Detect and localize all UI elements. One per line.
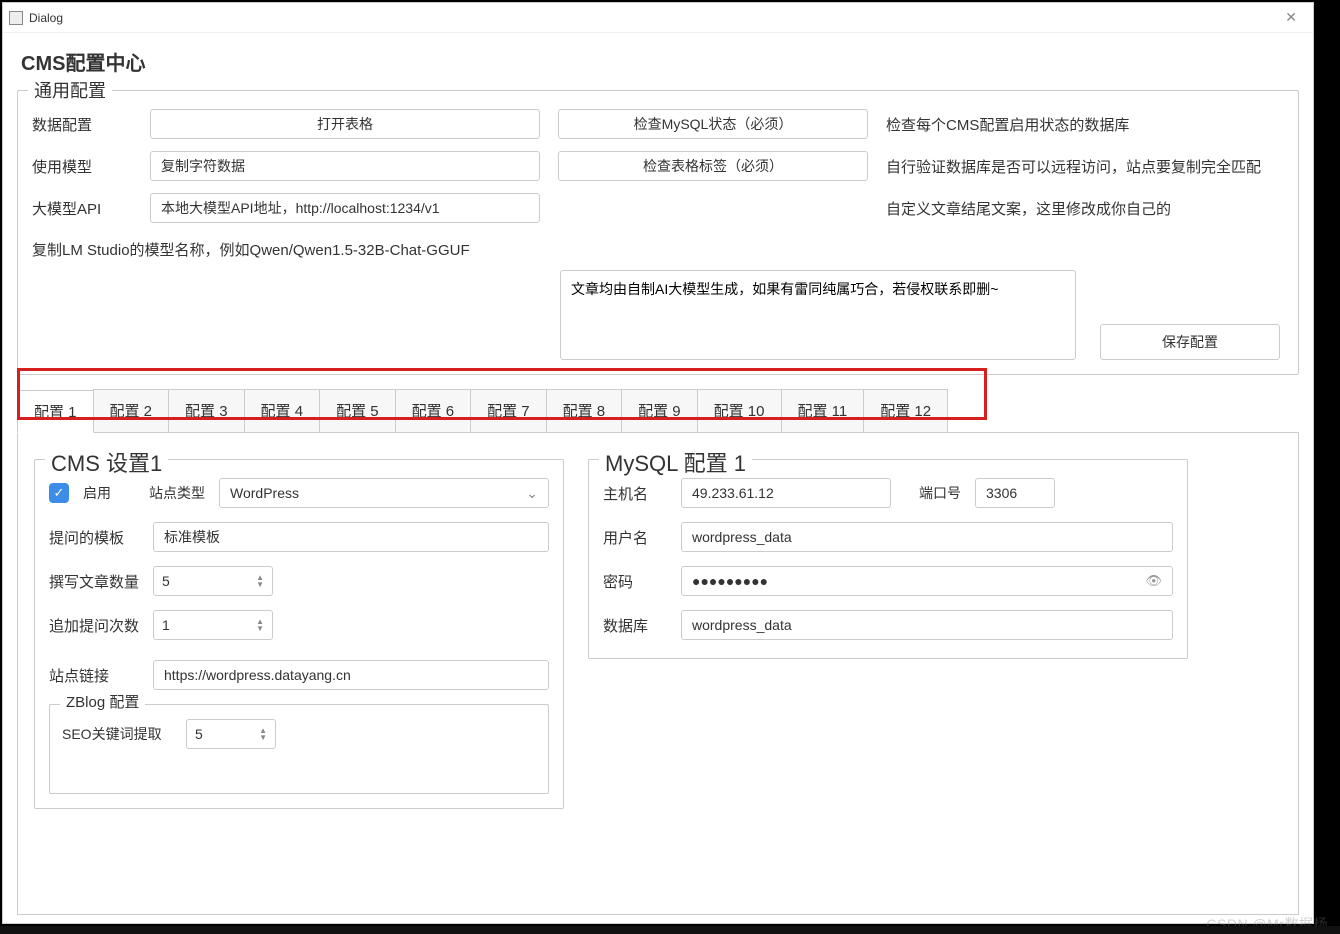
chevron-down-icon: ⌄ bbox=[526, 485, 538, 502]
tab-config-9[interactable]: 配置 9 bbox=[621, 389, 698, 432]
password-value: ●●●●●●●●● bbox=[692, 573, 768, 589]
template-value: 标准模板 bbox=[164, 527, 220, 547]
data-config-label: 数据配置 bbox=[32, 114, 132, 135]
followup-stepper[interactable]: 1 ▲▼ bbox=[153, 610, 273, 640]
enable-label: 启用 bbox=[83, 483, 111, 503]
db-label: 数据库 bbox=[603, 615, 667, 636]
api-address-value: 本地大模型API地址，http://localhost:1234/v1 bbox=[161, 198, 440, 218]
host-input[interactable]: 49.233.61.12 bbox=[681, 478, 891, 508]
cms-legend: CMS 设置1 bbox=[45, 446, 168, 478]
seo-label: SEO关键词提取 bbox=[62, 724, 172, 744]
window-title: Dialog bbox=[29, 11, 63, 25]
tab-content: CMS 设置1 ✓ 启用 站点类型 WordPress ⌄ 提问的模板 标准模板 bbox=[17, 433, 1299, 915]
tab-config-12[interactable]: 配置 12 bbox=[863, 389, 948, 432]
mysql-legend: MySQL 配置 1 bbox=[599, 446, 752, 478]
port-input[interactable]: 3306 bbox=[975, 478, 1055, 508]
stepper-arrows-icon: ▲▼ bbox=[256, 618, 264, 632]
seo-stepper[interactable]: 5 ▲▼ bbox=[186, 719, 276, 749]
tab-config-1[interactable]: 配置 1 bbox=[17, 390, 94, 433]
stepper-arrows-icon: ▲▼ bbox=[256, 574, 264, 588]
cms-settings-group: CMS 设置1 ✓ 启用 站点类型 WordPress ⌄ 提问的模板 标准模板 bbox=[34, 459, 564, 809]
tab-config-7[interactable]: 配置 7 bbox=[470, 389, 547, 432]
zblog-legend: ZBlog 配置 bbox=[60, 691, 145, 712]
tab-config-11[interactable]: 配置 11 bbox=[781, 389, 865, 432]
taskbar-strip bbox=[0, 926, 1340, 934]
model-helper: 自行验证数据库是否可以远程访问，站点要复制完全匹配 bbox=[886, 156, 1284, 177]
data-config-helper: 检查每个CMS配置启用状态的数据库 bbox=[886, 114, 1284, 135]
api-address-input[interactable]: 本地大模型API地址，http://localhost:1234/v1 bbox=[150, 193, 540, 223]
zblog-config-group: ZBlog 配置 SEO关键词提取 5 ▲▼ bbox=[49, 704, 549, 794]
use-model-label: 使用模型 bbox=[32, 156, 132, 177]
app-icon bbox=[9, 11, 23, 25]
check-tags-button[interactable]: 检查表格标签（必须） bbox=[558, 151, 868, 181]
open-table-button[interactable]: 打开表格 bbox=[150, 109, 540, 139]
api-label: 大模型API bbox=[32, 198, 132, 219]
port-label: 端口号 bbox=[905, 483, 961, 503]
db-input[interactable]: wordpress_data bbox=[681, 610, 1173, 640]
article-count-label: 撰写文章数量 bbox=[49, 571, 139, 592]
mysql-config-group: MySQL 配置 1 主机名 49.233.61.12 端口号 3306 用户名… bbox=[588, 459, 1188, 659]
user-value: wordpress_data bbox=[692, 529, 792, 545]
site-type-select[interactable]: WordPress ⌄ bbox=[219, 478, 549, 508]
site-type-label: 站点类型 bbox=[149, 483, 205, 503]
close-icon[interactable]: ✕ bbox=[1277, 5, 1305, 30]
site-link-label: 站点链接 bbox=[49, 665, 139, 686]
stepper-arrows-icon: ▲▼ bbox=[259, 727, 267, 741]
footer-text-textarea[interactable]: 文章均由自制AI大模型生成，如果有雷同纯属巧合，若侵权联系即删~ bbox=[560, 270, 1076, 360]
copy-string-value: 复制字符数据 bbox=[161, 156, 245, 176]
tab-config-10[interactable]: 配置 10 bbox=[697, 389, 782, 432]
site-type-value: WordPress bbox=[230, 485, 299, 501]
app-title: CMS配置中心 bbox=[17, 47, 1299, 76]
copy-hint: 复制LM Studio的模型名称，例如Qwen/Qwen1.5-32B-Chat… bbox=[32, 239, 540, 260]
template-input[interactable]: 标准模板 bbox=[153, 522, 549, 552]
user-label: 用户名 bbox=[603, 527, 667, 548]
dialog-window: Dialog ✕ CMS配置中心 通用配置 数据配置 打开表格 检查MySQL状… bbox=[2, 2, 1314, 924]
site-link-input[interactable]: https://wordpress.datayang.cn bbox=[153, 660, 549, 690]
site-link-value: https://wordpress.datayang.cn bbox=[164, 667, 351, 683]
general-legend: 通用配置 bbox=[28, 77, 112, 103]
tabbar: 配置 1 配置 2 配置 3 配置 4 配置 5 配置 6 配置 7 配置 8 … bbox=[17, 389, 1299, 433]
tab-config-3[interactable]: 配置 3 bbox=[168, 389, 245, 432]
port-value: 3306 bbox=[986, 485, 1017, 501]
check-mysql-button[interactable]: 检查MySQL状态（必须） bbox=[558, 109, 868, 139]
user-input[interactable]: wordpress_data bbox=[681, 522, 1173, 552]
titlebar: Dialog ✕ bbox=[3, 3, 1313, 33]
db-value: wordpress_data bbox=[692, 617, 792, 633]
password-input[interactable]: ●●●●●●●●● 👁 bbox=[681, 566, 1173, 596]
save-config-button[interactable]: 保存配置 bbox=[1100, 324, 1280, 360]
general-config-group: 通用配置 数据配置 打开表格 检查MySQL状态（必须） 检查每个CMS配置启用… bbox=[17, 90, 1299, 375]
password-label: 密码 bbox=[603, 571, 667, 592]
seo-value: 5 bbox=[195, 726, 203, 742]
tab-config-6[interactable]: 配置 6 bbox=[395, 389, 472, 432]
followup-value: 1 bbox=[162, 617, 170, 633]
tabs-wrap: 配置 1 配置 2 配置 3 配置 4 配置 5 配置 6 配置 7 配置 8 … bbox=[17, 389, 1299, 915]
followup-label: 追加提问次数 bbox=[49, 615, 139, 636]
article-count-value: 5 bbox=[162, 573, 170, 589]
tab-config-2[interactable]: 配置 2 bbox=[93, 389, 170, 432]
article-count-stepper[interactable]: 5 ▲▼ bbox=[153, 566, 273, 596]
host-label: 主机名 bbox=[603, 483, 667, 504]
main-area: CMS配置中心 通用配置 数据配置 打开表格 检查MySQL状态（必须） 检查每… bbox=[3, 33, 1313, 923]
tab-config-5[interactable]: 配置 5 bbox=[319, 389, 396, 432]
host-value: 49.233.61.12 bbox=[692, 485, 774, 501]
tab-config-8[interactable]: 配置 8 bbox=[546, 389, 623, 432]
footer-helper: 自定义文章结尾文案，这里修改成你自己的 bbox=[886, 198, 1284, 219]
template-label: 提问的模板 bbox=[49, 527, 139, 548]
tab-config-4[interactable]: 配置 4 bbox=[244, 389, 321, 432]
enable-checkbox[interactable]: ✓ bbox=[49, 483, 69, 503]
eye-icon[interactable]: 👁 bbox=[1145, 573, 1162, 589]
copy-string-input[interactable]: 复制字符数据 bbox=[150, 151, 540, 181]
